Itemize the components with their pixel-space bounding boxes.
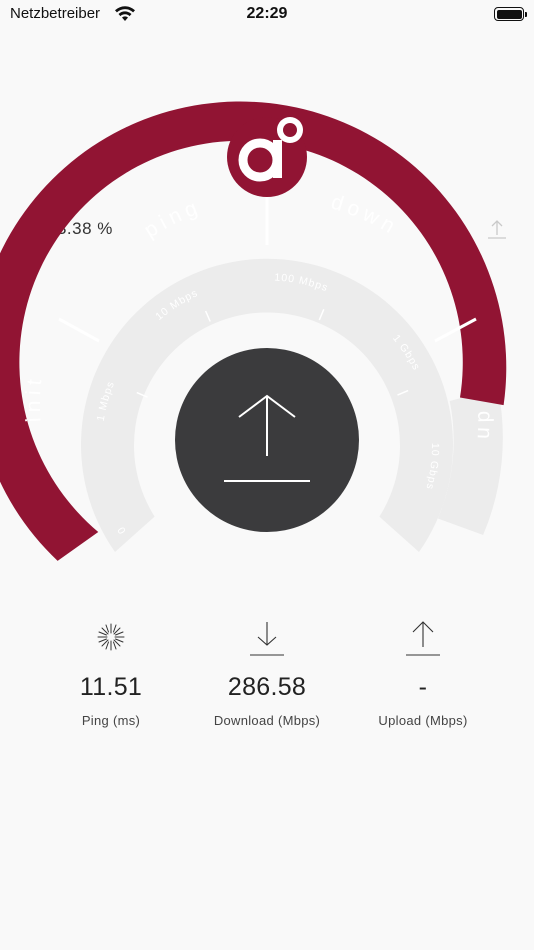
upload-result: - Upload (Mbps) xyxy=(343,615,503,728)
upload-label: Upload (Mbps) xyxy=(378,713,468,728)
download-label: Download (Mbps) xyxy=(213,713,321,728)
results-panel: 11.51 Ping (ms) 286.58 Download (Mbps) -… xyxy=(0,615,534,735)
ping-burst-icon xyxy=(97,623,125,651)
ping-label: Ping (ms) xyxy=(81,713,141,728)
upload-value: - xyxy=(418,673,428,701)
svg-text:init: init xyxy=(22,373,47,423)
status-bar: Netzbetreiber 22:29 xyxy=(0,0,534,30)
svg-text:ping: ping xyxy=(140,195,205,242)
download-arrow-icon xyxy=(250,622,284,656)
ping-value: 11.51 xyxy=(79,673,143,701)
phase-init-label: init xyxy=(22,373,42,423)
app-logo xyxy=(227,117,307,197)
status-time: 22:29 xyxy=(246,5,288,22)
upload-arrow-icon xyxy=(406,621,440,656)
ping-result: 11.51 Ping (ms) xyxy=(31,615,191,728)
download-value: 286.58 xyxy=(227,673,307,701)
download-result: 286.58 Download (Mbps) xyxy=(187,615,347,728)
battery-icon xyxy=(494,7,527,21)
speed-gauge: init ping down up 0 1 Mbps 10 Mbps 100 M… xyxy=(0,101,507,561)
phase-ping-label: ping xyxy=(140,195,200,242)
